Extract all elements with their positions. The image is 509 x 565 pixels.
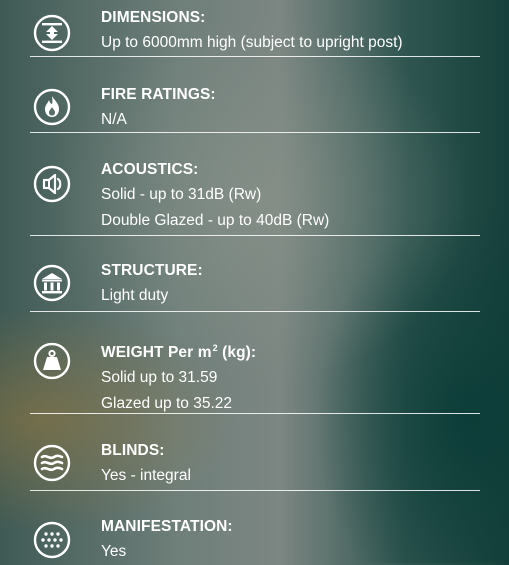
spec-title-unit: (kg): (217, 344, 257, 361)
building-icon (33, 264, 71, 302)
spec-title-text: WEIGHT Per m (101, 344, 212, 361)
spec-title: BLINDS: (101, 442, 165, 459)
divider (30, 132, 480, 133)
spec-value: Yes (101, 543, 127, 560)
spec-value: Yes - integral (101, 467, 191, 484)
spec-title: WEIGHT Per m2 (kg): (101, 336, 480, 365)
divider (30, 490, 480, 491)
spec-title: DIMENSIONS: (101, 9, 206, 26)
spec-value: Solid up to 31.59 (101, 369, 218, 386)
spec-value: Up to 6000mm high (subject to upright po… (101, 34, 403, 51)
spec-title: ACOUSTICS: (101, 161, 199, 178)
spec-title: MANIFESTATION: (101, 518, 233, 535)
spec-value: Light duty (101, 287, 169, 304)
manifestation-icon (33, 521, 71, 559)
divider (30, 235, 480, 236)
divider (30, 413, 480, 414)
dimensions-icon (33, 14, 71, 52)
weight-icon (33, 342, 71, 380)
speaker-icon (33, 165, 71, 203)
spec-title: FIRE RATINGS: (101, 86, 216, 103)
fire-icon (33, 88, 71, 126)
divider (30, 56, 480, 57)
spec-title: STRUCTURE: (101, 262, 203, 279)
divider (30, 311, 480, 312)
spec-value: Solid - up to 31dB (Rw) (101, 186, 262, 203)
spec-value: Double Glazed - up to 40dB (Rw) (101, 212, 330, 229)
blinds-icon (33, 444, 71, 482)
spec-value: N/A (101, 111, 127, 128)
